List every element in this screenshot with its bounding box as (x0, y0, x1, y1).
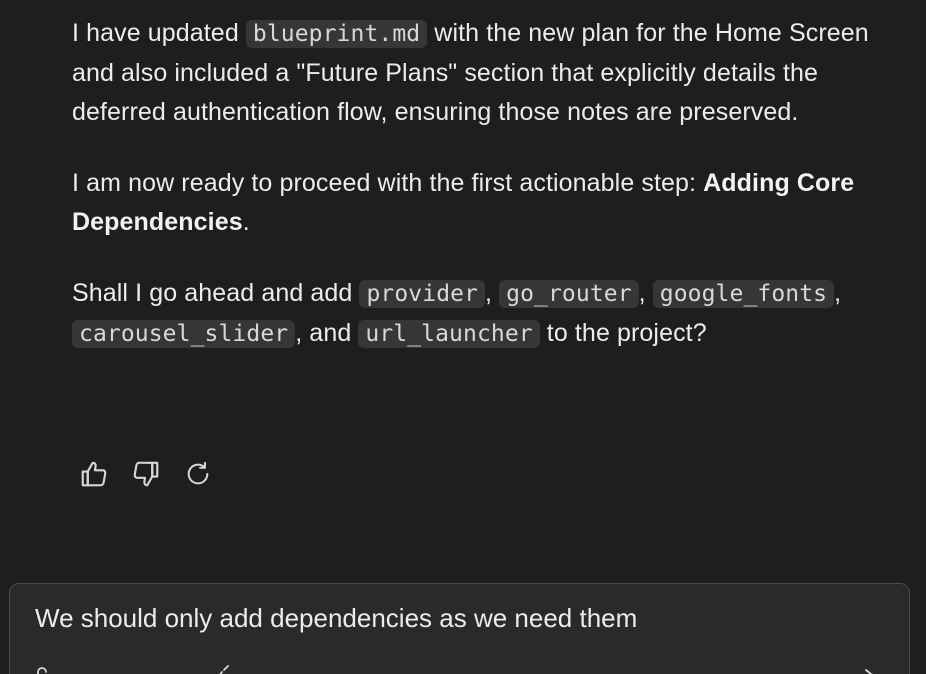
thumbs-up-button[interactable] (78, 457, 110, 491)
tools-icon[interactable] (210, 664, 234, 674)
text-span: I have updated (72, 19, 246, 47)
thumbs-down-icon (133, 461, 159, 487)
text-span: I am now ready to proceed with the first… (72, 169, 704, 197)
inline-code-provider: provider (359, 280, 486, 308)
separator-and: , and (295, 319, 359, 347)
assistant-message: I have updated blueprint.md with the new… (72, 14, 892, 354)
text-span: . (242, 208, 250, 236)
regenerate-button[interactable] (182, 457, 214, 491)
send-icon[interactable] (860, 664, 884, 674)
message-paragraph-1: I have updated blueprint.md with the new… (72, 14, 892, 132)
inline-code-carousel-slider: carousel_slider (72, 320, 296, 348)
composer-input[interactable]: We should only add dependencies as we ne… (35, 598, 637, 638)
text-span: to the project? (539, 319, 707, 347)
chat-composer[interactable]: We should only add dependencies as we ne… (9, 583, 910, 674)
text-span: Shall I go ahead and add (72, 279, 360, 307)
inline-code-google-fonts: google_fonts (652, 280, 835, 308)
inline-code-blueprint: blueprint.md (245, 20, 428, 48)
message-actions (78, 457, 214, 491)
inline-code-go-router: go_router (499, 280, 639, 308)
refresh-icon (187, 461, 209, 485)
inline-code-url-launcher: url_launcher (358, 320, 540, 348)
separator: , (834, 279, 842, 307)
separator: , (485, 279, 500, 307)
message-paragraph-2: I am now ready to proceed with the first… (72, 164, 892, 242)
thumbs-down-button[interactable] (130, 457, 162, 491)
thumbs-up-icon (81, 461, 107, 487)
message-paragraph-3: Shall I go ahead and add provider, go_ro… (72, 274, 892, 354)
attach-icon[interactable] (30, 664, 54, 674)
separator: , (638, 279, 653, 307)
